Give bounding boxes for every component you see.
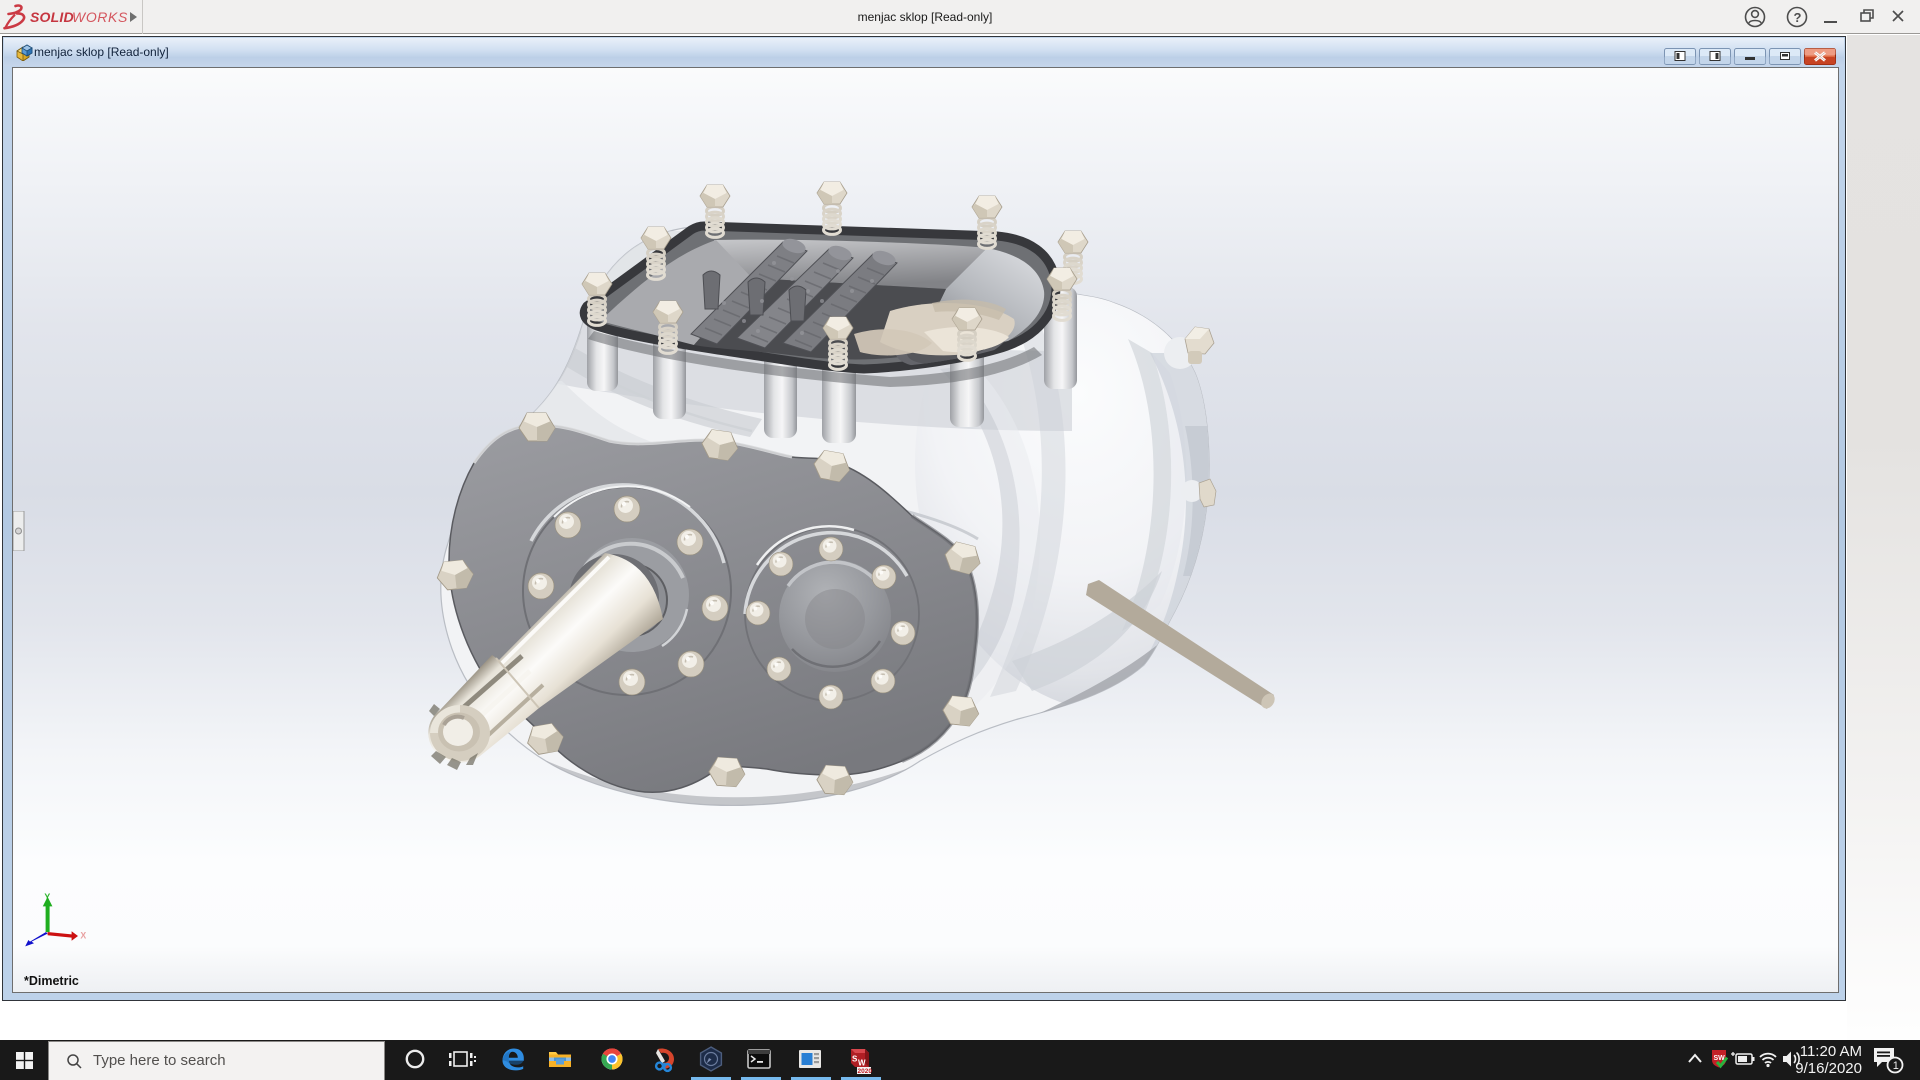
svg-text:1: 1 (1893, 1060, 1899, 1072)
svg-text:2020: 2020 (858, 1068, 873, 1075)
svg-text:WORKS: WORKS (72, 9, 128, 25)
svg-text:X: X (80, 930, 86, 940)
svg-text:W: W (858, 1059, 866, 1068)
svg-text:?: ? (1794, 10, 1802, 25)
svg-text:SOLID: SOLID (30, 9, 74, 25)
